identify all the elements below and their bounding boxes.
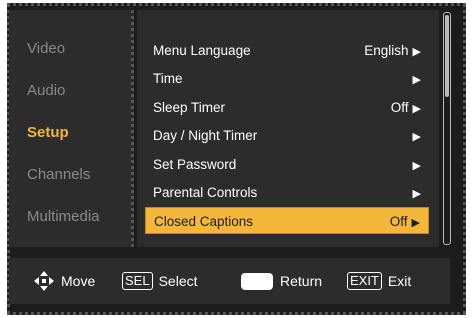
- sidebar-item-channels[interactable]: Channels: [27, 166, 90, 183]
- menu-item-value-group: ▶: [409, 179, 421, 208]
- menu-item-time[interactable]: Time ▶: [145, 65, 429, 92]
- scrollbar-thumb[interactable]: [445, 15, 449, 97]
- menu-item-label: Parental Controls: [153, 185, 258, 200]
- play-arrow-icon: ▶: [412, 131, 421, 143]
- four-way-arrow-icon: [33, 270, 55, 292]
- menu-item-sleep-timer[interactable]: Sleep Timer Off ▶: [145, 94, 429, 121]
- menu-item-value-group: Off ▶: [391, 94, 421, 123]
- setup-menu-list: Menu Language English ▶ Time ▶ Sleep Time…: [137, 10, 439, 247]
- key-hint-bar: Move SEL Select Return EXIT Exit: [9, 258, 450, 304]
- menu-item-label: Day / Night Timer: [153, 128, 258, 143]
- menu-item-label: Set Password: [153, 157, 237, 172]
- menu-item-menu-language[interactable]: Menu Language English ▶: [145, 37, 429, 64]
- menu-item-parental-controls[interactable]: Parental Controls ▶: [145, 179, 429, 206]
- menu-item-value-group: Off ▶: [390, 208, 420, 237]
- menu-item-value-group: ▶: [409, 122, 421, 151]
- menu-item-label: Menu Language: [153, 43, 251, 58]
- exit-label: Exit: [387, 273, 412, 289]
- exit-key: EXIT: [347, 272, 382, 290]
- menu-item-value: English: [364, 43, 409, 58]
- return-label: Return: [280, 273, 323, 289]
- select-label: Select: [158, 273, 198, 289]
- exit-hint: EXIT Exit: [347, 258, 411, 304]
- menu-item-value: Off: [390, 100, 409, 115]
- menu-scrollbar[interactable]: [443, 12, 451, 245]
- menu-item-label: Time: [153, 71, 183, 86]
- menu-item-value-group: ▶: [409, 151, 421, 180]
- menu-item-closed-captions[interactable]: Closed Captions Off ▶: [145, 207, 429, 234]
- tv-menu-screen: Video Audio Setup Channels Multimedia Me…: [0, 0, 473, 318]
- menu-item-label: Sleep Timer: [153, 100, 226, 115]
- sel-key: SEL: [122, 272, 153, 290]
- move-label: Move: [61, 273, 96, 289]
- play-arrow-icon: ▶: [412, 46, 421, 58]
- menu-item-value-group: English ▶: [364, 37, 421, 66]
- sidebar-item-video[interactable]: Video: [27, 40, 65, 57]
- menu-item-day-night-timer[interactable]: Day / Night Timer ▶: [145, 122, 429, 149]
- sidebar-item-multimedia[interactable]: Multimedia: [27, 208, 100, 225]
- move-hint: Move: [33, 258, 95, 304]
- menu-item-value: Off: [389, 214, 408, 229]
- return-hint: Return: [241, 258, 322, 304]
- sidebar-item-setup[interactable]: Setup: [27, 124, 69, 141]
- play-arrow-icon: ▶: [412, 160, 421, 172]
- menu-item-set-password[interactable]: Set Password ▶: [145, 151, 429, 178]
- sidebar-item-audio[interactable]: Audio: [27, 82, 65, 99]
- select-hint: SEL Select: [122, 258, 198, 304]
- play-arrow-icon: ▶: [412, 103, 421, 115]
- menu-item-value-group: ▶: [409, 65, 421, 94]
- play-arrow-icon: ▶: [412, 74, 421, 86]
- category-sidebar: Video Audio Setup Channels Multimedia: [9, 10, 134, 247]
- play-arrow-icon: ▶: [411, 217, 420, 229]
- play-arrow-icon: ▶: [412, 188, 421, 200]
- return-key-icon: [241, 272, 273, 290]
- menu-item-label: Closed Captions: [154, 214, 254, 229]
